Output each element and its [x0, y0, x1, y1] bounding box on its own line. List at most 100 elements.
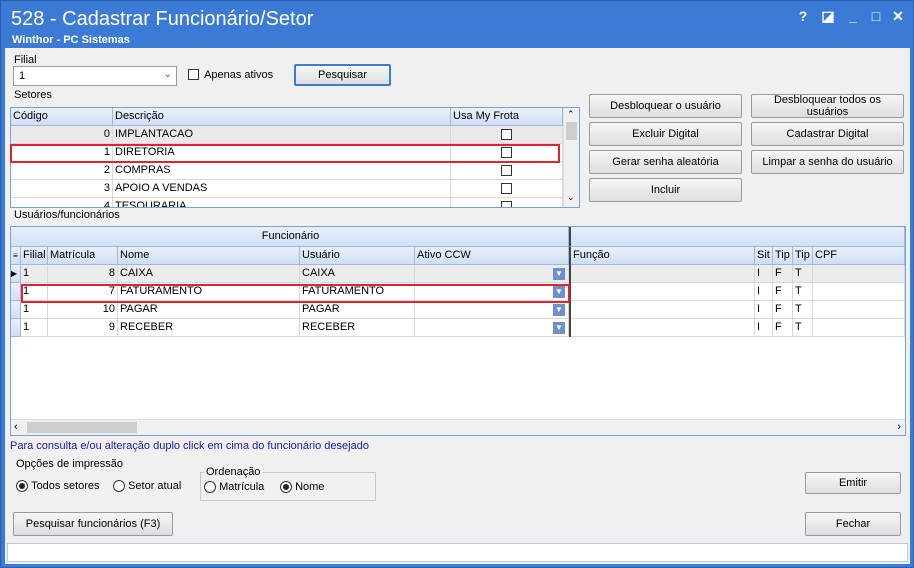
- scroll-down-icon[interactable]: ⌄: [567, 192, 575, 203]
- cell-ativo-ccw[interactable]: ▼: [415, 319, 569, 337]
- row-indicator[interactable]: [11, 301, 21, 319]
- ordenacao-nome-radio[interactable]: Nome: [280, 481, 324, 494]
- usuario-row[interactable]: 1 9 RECEBER RECEBER ▼ I F T: [11, 319, 905, 337]
- cell-ativo-ccw[interactable]: ▼: [415, 301, 569, 319]
- col-ativo-ccw[interactable]: Ativo CCW: [415, 247, 569, 265]
- setor-row[interactable]: 1 DIRETORIA: [11, 144, 563, 162]
- gerar-senha-button[interactable]: Gerar senha aleatória: [589, 150, 742, 174]
- col-descricao[interactable]: Descrição: [113, 108, 451, 126]
- filial-select[interactable]: 1 ⌄: [13, 66, 177, 86]
- usa-my-frota-checkbox[interactable]: [501, 165, 512, 176]
- col-filial[interactable]: Filial: [21, 247, 48, 265]
- hscroll-thumb[interactable]: [27, 422, 137, 433]
- limpar-senha-button[interactable]: Limpar a senha do usuário: [751, 150, 904, 174]
- restore-layout-icon[interactable]: ◪: [819, 8, 837, 25]
- emitir-button[interactable]: Emitir: [805, 472, 901, 494]
- cell-ativo-ccw[interactable]: ▼: [415, 265, 569, 283]
- pesquisar-button[interactable]: Pesquisar: [294, 64, 391, 86]
- usuario-row[interactable]: 1 10 PAGAR PAGAR ▼ I F T: [11, 301, 905, 319]
- desbloquear-todos-button[interactable]: Desbloquear todos os usuários: [751, 94, 904, 118]
- status-bar: [7, 543, 908, 562]
- cell-funcao: [571, 319, 755, 337]
- pesquisar-funcionarios-label: Pesquisar funcionários (F3): [25, 518, 161, 530]
- cell-tip: F: [773, 319, 793, 337]
- col-sit[interactable]: Sit: [755, 247, 773, 265]
- usuarios-grid[interactable]: Funcionário ≡ Filial Matrícula Nome Usuário…: [10, 226, 906, 436]
- col-tip-2[interactable]: Tip: [793, 247, 813, 265]
- cell-cpf: [813, 265, 905, 283]
- col-codigo[interactable]: Código: [11, 108, 113, 126]
- usuario-row[interactable]: 1 7 FATURAMENTO FATURAMENTO ▼ I F T: [11, 283, 905, 301]
- setor-row[interactable]: 4 TESOURARIA: [11, 198, 563, 207]
- setor-row[interactable]: 0 IMPLANTACAO: [11, 126, 563, 144]
- todos-setores-radio[interactable]: Todos setores: [16, 480, 100, 493]
- col-cpf[interactable]: CPF: [813, 247, 905, 265]
- setor-codigo: 1: [11, 144, 113, 162]
- setores-grid[interactable]: Código Descrição Usa My Frota 0 IMPLANTAC…: [10, 107, 580, 208]
- scroll-up-icon[interactable]: ⌃: [567, 109, 575, 120]
- apenas-ativos-checkbox[interactable]: Apenas ativos: [188, 69, 273, 83]
- usa-my-frota-checkbox[interactable]: [501, 183, 512, 194]
- cell-funcao: [571, 265, 755, 283]
- grid-menu-icon[interactable]: ≡: [11, 247, 21, 265]
- cell-filial: 1: [21, 301, 48, 319]
- usuarios-group-label: Usuários/funcionários: [14, 209, 120, 221]
- radio-selected-icon: [16, 480, 28, 493]
- setor-atual-radio[interactable]: Setor atual: [113, 480, 181, 493]
- ativo-ccw-dropdown-icon[interactable]: ▼: [553, 268, 565, 280]
- setores-group-label: Setores: [14, 89, 52, 101]
- usa-my-frota-checkbox[interactable]: [501, 147, 512, 158]
- col-tip[interactable]: Tip: [773, 247, 793, 265]
- close-icon[interactable]: ✕: [889, 8, 907, 25]
- cell-tip: F: [773, 265, 793, 283]
- setor-row[interactable]: 3 APOIO A VENDAS: [11, 180, 563, 198]
- usa-my-frota-cell: [451, 180, 563, 198]
- col-usa-my-frota[interactable]: Usa My Frota: [451, 108, 563, 126]
- setor-codigo: 3: [11, 180, 113, 198]
- filial-value: 1: [19, 70, 26, 82]
- cadastrar-digital-button[interactable]: Cadastrar Digital: [751, 122, 904, 146]
- cell-nome: RECEBER: [118, 319, 300, 337]
- ativo-ccw-dropdown-icon[interactable]: ▼: [553, 322, 565, 334]
- cell-matricula: 10: [48, 301, 118, 319]
- scroll-left-icon[interactable]: ‹: [14, 421, 18, 433]
- radio-icon: [204, 481, 216, 494]
- row-indicator[interactable]: [11, 319, 21, 337]
- pesquisar-funcionarios-button[interactable]: Pesquisar funcionários (F3): [13, 512, 173, 536]
- ativo-ccw-dropdown-icon[interactable]: ▼: [553, 304, 565, 316]
- setor-descricao: DIRETORIA: [113, 144, 451, 162]
- fechar-button[interactable]: Fechar: [805, 512, 901, 536]
- col-nome[interactable]: Nome: [118, 247, 300, 265]
- scroll-thumb[interactable]: [566, 122, 577, 140]
- desbloquear-usuario-button[interactable]: Desbloquear o usuário: [589, 94, 742, 118]
- excluir-digital-button[interactable]: Excluir Digital: [589, 122, 742, 146]
- matricula-label: Matrícula: [219, 481, 265, 494]
- usa-my-frota-checkbox[interactable]: [501, 201, 512, 207]
- title-bar[interactable]: 528 - Cadastrar Funcionário/Setor Wintho…: [1, 1, 913, 47]
- minimize-icon[interactable]: _: [844, 8, 862, 24]
- usuarios-hscrollbar[interactable]: ‹ ›: [11, 419, 905, 435]
- setores-scrollbar[interactable]: ⌃ ⌄: [563, 108, 579, 207]
- cell-tip: F: [773, 283, 793, 301]
- cell-usuario: RECEBER: [300, 319, 415, 337]
- row-pointer-icon[interactable]: ▶: [11, 265, 21, 283]
- setor-row[interactable]: 2 COMPRAS: [11, 162, 563, 180]
- window-subtitle: Winthor - PC Sistemas: [12, 34, 130, 46]
- row-indicator[interactable]: [11, 283, 21, 301]
- maximize-icon[interactable]: □: [867, 8, 885, 24]
- scroll-right-icon[interactable]: ›: [897, 421, 901, 433]
- usa-my-frota-checkbox[interactable]: [501, 129, 512, 140]
- ordenacao-matricula-radio[interactable]: Matrícula: [204, 481, 265, 494]
- col-funcao[interactable]: Função: [571, 247, 755, 265]
- help-icon[interactable]: ?: [794, 8, 812, 24]
- impressao-group-label: Opções de impressão: [16, 458, 123, 470]
- ativo-ccw-dropdown-icon[interactable]: ▼: [553, 286, 565, 298]
- cell-sit: I: [755, 301, 773, 319]
- col-matricula[interactable]: Matrícula: [48, 247, 118, 265]
- col-usuario[interactable]: Usuário: [300, 247, 415, 265]
- usuario-row[interactable]: ▶ 1 8 CAIXA CAIXA ▼ I F T: [11, 265, 905, 283]
- cell-ativo-ccw[interactable]: ▼: [415, 283, 569, 301]
- cell-matricula: 9: [48, 319, 118, 337]
- pesquisar-label: Pesquisar: [318, 69, 367, 81]
- incluir-button[interactable]: Incluir: [589, 178, 742, 202]
